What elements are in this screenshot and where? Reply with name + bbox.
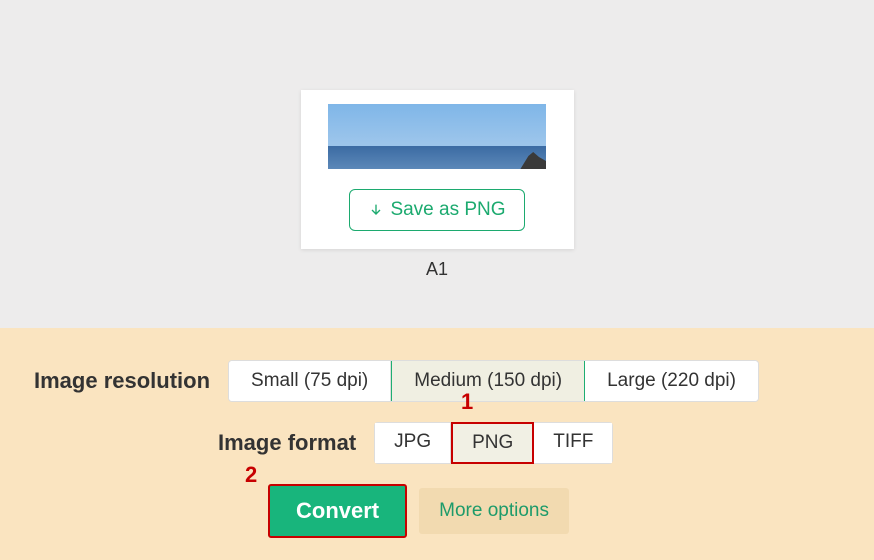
resolution-option-small[interactable]: Small (75 dpi)	[229, 361, 391, 401]
format-label: Image format	[218, 430, 356, 456]
preview-caption: A1	[426, 259, 448, 280]
format-row: Image format JPG PNG TIFF	[218, 422, 840, 464]
save-as-png-button[interactable]: Save as PNG	[349, 189, 524, 231]
convert-row: Convert More options	[268, 484, 840, 538]
format-option-png[interactable]: PNG	[451, 422, 534, 464]
format-options: JPG PNG TIFF	[374, 422, 613, 464]
download-arrow-icon	[368, 202, 384, 218]
thumbnail-sea	[328, 146, 546, 169]
save-button-label: Save as PNG	[390, 199, 505, 221]
convert-button[interactable]: Convert	[268, 484, 407, 538]
resolution-row: Image resolution Small (75 dpi) Medium (…	[34, 360, 840, 402]
settings-panel: Image resolution Small (75 dpi) Medium (…	[0, 328, 874, 560]
format-option-jpg[interactable]: JPG	[375, 423, 451, 463]
preview-thumbnail	[328, 104, 546, 169]
format-option-tiff[interactable]: TIFF	[534, 423, 612, 463]
annotation-marker-2: 2	[245, 462, 257, 488]
annotation-marker-1: 1	[461, 389, 473, 415]
resolution-label: Image resolution	[34, 368, 210, 394]
resolution-option-large[interactable]: Large (220 dpi)	[585, 361, 758, 401]
resolution-options: Small (75 dpi) Medium (150 dpi) Large (2…	[228, 360, 759, 402]
more-options-button[interactable]: More options	[419, 488, 569, 534]
preview-area: Save as PNG A1	[0, 0, 874, 328]
resolution-option-medium[interactable]: Medium (150 dpi)	[391, 360, 585, 402]
preview-card: Save as PNG	[301, 90, 574, 249]
